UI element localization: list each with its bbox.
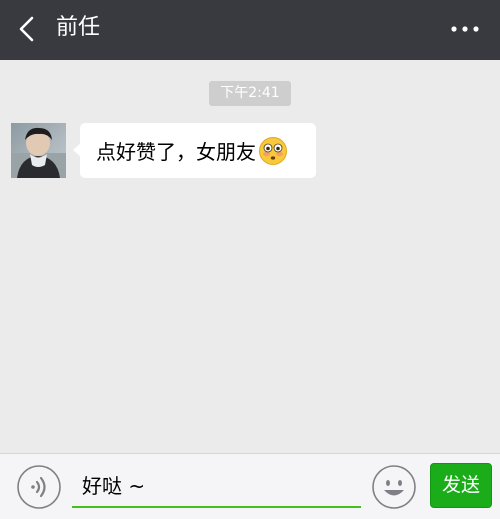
message-text: 点好赞了，女朋友 [96,140,256,164]
message-input-value: 好哒 ~ [82,474,146,498]
send-button[interactable]: 发送 [430,463,492,508]
timestamp-badge: 下午2:41 [209,81,291,106]
input-bar: 好哒 ~ 发送 [0,453,500,519]
voice-icon[interactable] [16,464,62,510]
message-bubble[interactable]: 点好赞了，女朋友 [73,123,316,178]
flushed-face-emoji-icon [258,136,288,166]
avatar[interactable] [11,123,66,178]
smiley-face-icon[interactable] [371,464,417,510]
more-icon[interactable] [448,18,482,40]
title-bar: 前任 [0,0,500,60]
chat-title: 前任 [56,15,101,40]
message-input[interactable]: 好哒 ~ [72,464,361,508]
back-icon[interactable] [14,14,42,44]
